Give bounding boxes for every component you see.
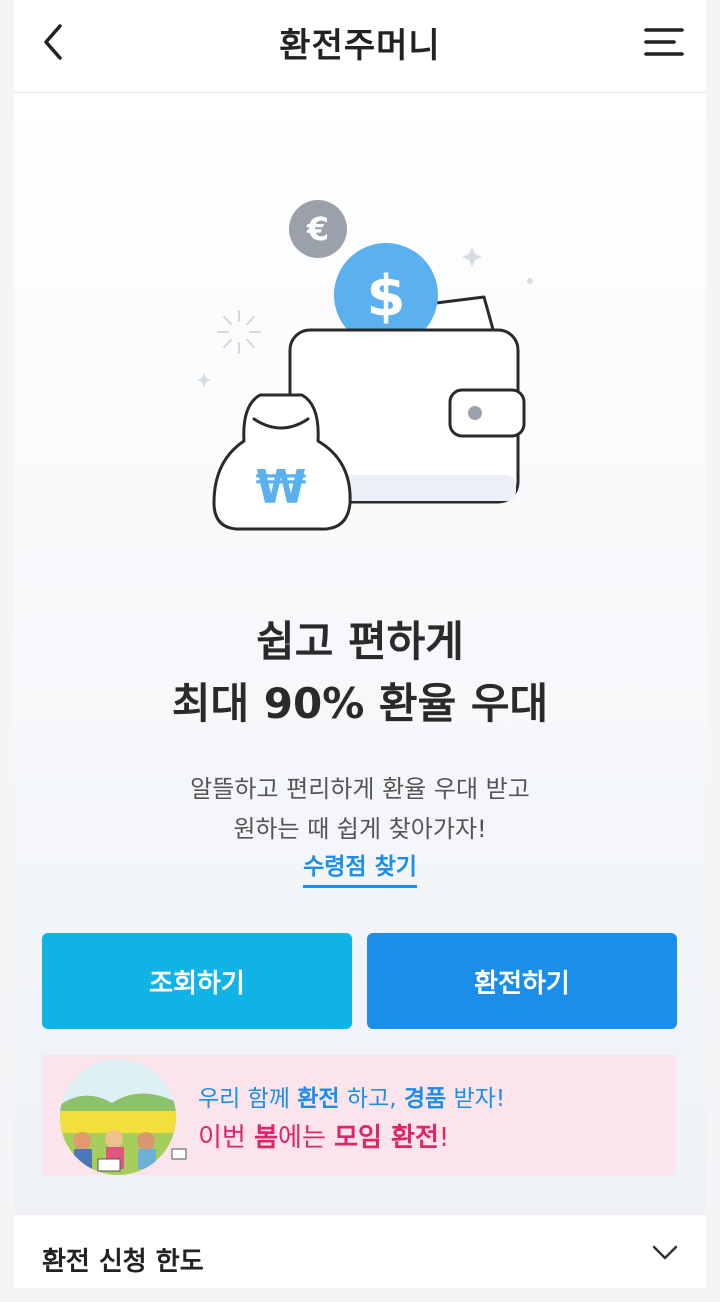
inquiry-button[interactable]: 조회하기 [42,933,352,1029]
svg-text:€: € [306,210,329,248]
banner-line1: 우리 함께 환전 하고, 경품 받자! [198,1086,506,1112]
banner-line2: 이번 봄에는 모임 환전! [198,1123,450,1153]
star-icon [462,247,482,267]
page-title: 환전주머니 [279,26,441,66]
app-frame: 환전주머니 € $ ₩ 쉽고 편하게 최대 90% 환율 우대 알뜰하고 편리하… [14,0,706,1288]
svg-text:₩: ₩ [256,460,307,514]
find-pickup-link[interactable]: 수령점 찾기 [303,847,417,888]
exchange-limit-label: 환전 신청 한도 [42,1247,204,1277]
wallet-illustration: € $ ₩ [197,200,533,531]
description-line2: 원하는 때 쉽게 찾아가자! [233,815,487,843]
description-line1: 알뜰하고 편리하게 환율 우대 받고 [190,775,530,803]
chevron-down-icon [652,1245,678,1260]
exchange-limit-accordion[interactable]: 환전 신청 한도 [14,1215,706,1288]
svg-text:$: $ [367,264,406,329]
find-pickup-wrapper: 수령점 찾기 [14,847,706,888]
promo-illustration [60,1059,187,1175]
promo-banner[interactable]: 우리 함께 환전 하고, 경품 받자! 이번 봄에는 모임 환전! [42,1055,676,1175]
sparkle-icon [217,310,261,354]
hamburger-menu-icon [644,28,684,56]
section-divider [14,1203,706,1215]
star-icon [197,373,211,387]
hero-headline: 쉽고 편하게 최대 90% 환율 우대 [14,611,706,735]
hero-description: 알뜰하고 편리하게 환율 우대 받고 원하는 때 쉽게 찾아가자! [14,769,706,849]
headline-line2: 최대 90% 환율 우대 [171,679,549,728]
exchange-button[interactable]: 환전하기 [367,933,677,1029]
headline-line1: 쉽고 편하게 [256,617,464,666]
menu-button[interactable] [644,22,684,62]
hero-section: € $ ₩ 쉽고 편하게 최대 90% 환율 우대 알뜰하고 편리하게 환율 우… [14,93,706,1203]
euro-coin-icon: € [289,200,347,258]
top-header: 환전주머니 [14,0,706,93]
